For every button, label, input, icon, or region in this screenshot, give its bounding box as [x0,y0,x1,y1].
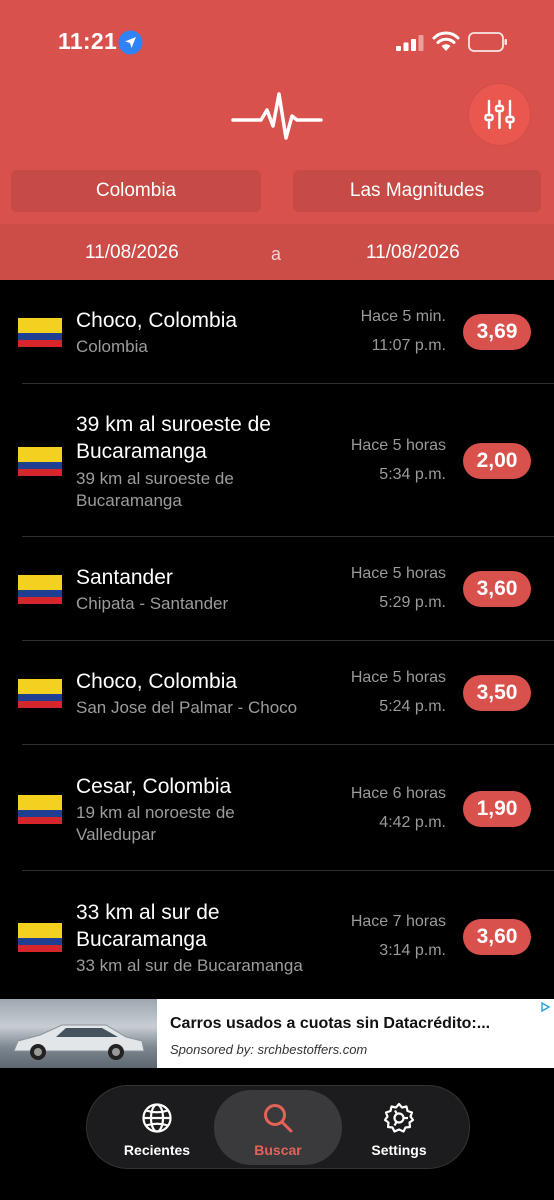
quake-title: Cesar, Colombia [76,775,232,798]
list-item[interactable]: Choco, Colombia San Jose del Palmar - Ch… [0,641,554,745]
list-item[interactable]: Cesar, Colombia 19 km al noroeste de Val… [0,745,554,871]
colombia-flag-icon [18,795,62,824]
ad-banner[interactable]: Carros usados a cuotas sin Datacrédito:.… [0,999,554,1068]
magnitude-badge: 3,60 [463,919,531,955]
date-from[interactable]: 11/08/2026 [85,242,179,264]
quake-ago: Hace 5 horas [350,669,446,686]
quake-subtitle: 19 km al noroeste de Valledupar [76,803,235,844]
location-arrow-icon [118,30,143,55]
tab-label: Recientes [123,1142,191,1158]
quake-time: 11:07 p.m. [371,337,446,354]
colombia-flag-icon [18,318,62,347]
quake-ago: Hace 5 horas [350,565,446,582]
tab-recientes[interactable]: Recientes [93,1090,221,1165]
quake-title: 39 km al suroeste de Bucaramanga [76,413,271,463]
settings-icon [383,1102,415,1133]
quake-subtitle: 33 km al sur de Bucaramanga [76,956,303,975]
magnitude-badge: 2,00 [463,443,531,479]
quake-ago: Hace 5 horas [350,437,446,454]
tab-bar: Recientes Buscar Settings [86,1085,470,1169]
ad-title[interactable]: Carros usados a cuotas sin Datacrédito:.… [170,1015,540,1033]
magnitude-badge: 3,50 [463,675,531,711]
car-image [13,1024,145,1060]
quake-title: 33 km al sur de Bucaramanga [76,901,220,951]
wifi-icon [432,31,460,51]
list-item[interactable]: 39 km al suroeste de Bucaramanga 39 km a… [0,384,554,537]
heartbeat-icon [231,92,323,140]
date-range: 11/08/2026 a 11/08/2026 [0,224,554,280]
quake-ago: Hace 5 min. [360,308,446,325]
colombia-flag-icon [18,575,62,604]
ad-sponsor: Sponsored by: srchbestoffers.com [170,1042,368,1057]
quake-subtitle: Chipata - Santander [76,594,229,613]
date-separator: a [271,244,282,264]
magnitude-badge: 1,90 [463,791,531,827]
list-item[interactable]: 33 km al sur de Bucaramanga 33 km al sur… [0,871,554,999]
magnitude-selector[interactable]: Las Magnitudes [293,170,541,212]
ad-choices-icon[interactable] [539,1001,551,1013]
quake-subtitle: San Jose del Palmar - Choco [76,698,298,717]
tab-label: Buscar [254,1142,302,1158]
cellular-signal-icon [396,35,424,51]
country-selector[interactable]: Colombia [11,170,261,212]
tab-label: Settings [371,1142,427,1158]
date-to[interactable]: 11/08/2026 [366,242,460,264]
quake-time: 5:29 p.m. [379,594,446,611]
list-item[interactable]: Santander Chipata - Santander Hace 5 hor… [0,537,554,641]
colombia-flag-icon [18,923,62,952]
magnitude-badge: 3,60 [463,571,531,607]
sliders-icon [484,99,515,130]
filter-button[interactable] [469,84,530,145]
quake-subtitle: 39 km al suroeste de Bucaramanga [76,469,234,510]
magnitude-badge: 3,69 [463,314,531,350]
colombia-flag-icon [18,679,62,708]
search-icon [264,1104,293,1133]
quake-subtitle: Colombia [76,337,148,356]
quake-title: Santander [76,566,173,589]
ad-image [0,999,157,1068]
quake-time: 4:42 p.m. [379,814,446,831]
tab-buscar[interactable]: Buscar [214,1090,342,1165]
list-item[interactable]: Choco, Colombia Colombia Hace 5 min. 11:… [0,280,554,384]
quake-ago: Hace 7 horas [350,913,446,930]
quake-title: Choco, Colombia [76,670,238,693]
quake-title: Choco, Colombia [76,309,238,332]
status-time: 11:21 [58,28,118,54]
colombia-flag-icon [18,447,62,476]
quake-ago: Hace 6 horas [350,785,446,802]
globe-icon [142,1103,172,1133]
battery-icon [468,32,507,52]
tab-settings[interactable]: Settings [335,1090,463,1165]
header: 11:21 Colombia Las Magnitudes 11/08/2026… [0,0,554,280]
quake-time: 3:14 p.m. [379,942,446,959]
quake-time: 5:34 p.m. [379,466,446,483]
status-bar: 11:21 [0,0,554,80]
quake-time: 5:24 p.m. [379,698,446,715]
